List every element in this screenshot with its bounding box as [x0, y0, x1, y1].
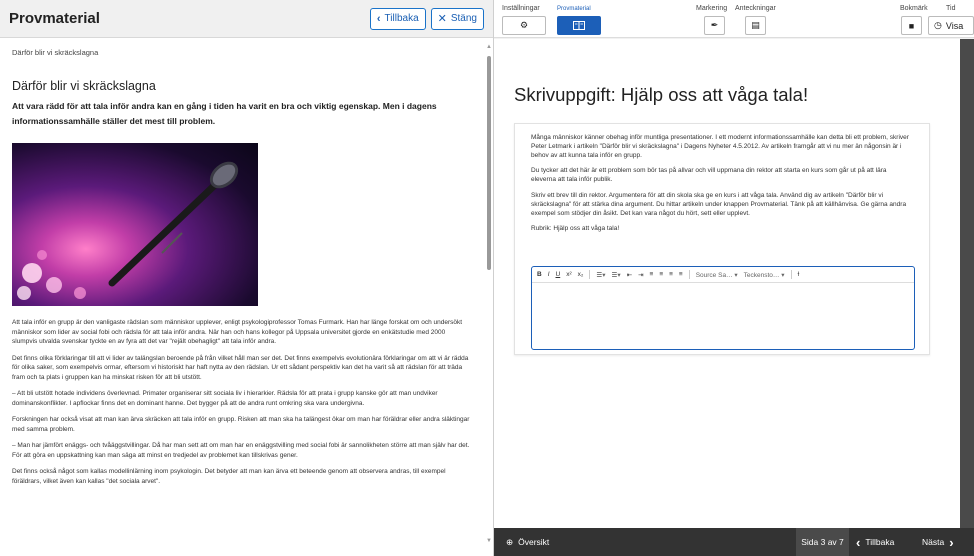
- back-button[interactable]: ‹ Tillbaka: [856, 528, 894, 556]
- toolbar-divider: [589, 270, 591, 279]
- top-toolbar: Inställningar ⚙ Provmaterial Markering ✒…: [494, 0, 974, 38]
- marking-button[interactable]: ✒: [704, 16, 725, 35]
- time-show-label: Visa: [945, 20, 964, 31]
- article-paragraph: – Man har jämfört enäggs- och tvåäggstvi…: [12, 442, 470, 459]
- overview-button[interactable]: ⊕ Översikt: [506, 528, 549, 556]
- bullet-list-icon[interactable]: ☰▾: [612, 271, 621, 279]
- scroll-down-icon[interactable]: ▼: [486, 538, 492, 544]
- align-right-icon[interactable]: ≡: [669, 271, 673, 278]
- align-center-icon[interactable]: ≡: [659, 271, 663, 278]
- article-lead: Att vara rädd för att tala inför andra k…: [12, 101, 437, 126]
- outdent-icon[interactable]: ⇤: [627, 271, 632, 279]
- material-header: Provmaterial ‹ Tillbaka ✕ Stäng: [0, 0, 493, 38]
- scroll-up-icon[interactable]: ▲: [486, 44, 492, 50]
- align-justify-icon[interactable]: ≡: [679, 271, 683, 278]
- numbered-list-icon[interactable]: ☰▾: [596, 271, 605, 279]
- close-icon: ✕: [437, 13, 447, 25]
- clock-icon: ◷: [934, 20, 942, 30]
- notes-button[interactable]: ▤: [745, 16, 766, 35]
- material-back-button[interactable]: ‹ Tillbaka: [369, 7, 426, 30]
- footer-bar: ⊕ Översikt Sida 3 av 7 ‹ Tillbaka Nästa …: [494, 528, 974, 556]
- article: Därför blir vi skräckslagna Därför blir …: [0, 39, 484, 486]
- material-button[interactable]: [557, 16, 601, 35]
- superscript-button[interactable]: x²: [566, 271, 571, 278]
- settings-label: Inställningar: [502, 5, 540, 12]
- material-title: Provmaterial: [9, 10, 100, 27]
- article-scrollbar[interactable]: ▲ ▼: [485, 44, 492, 544]
- material-close-button[interactable]: ✕ Stäng: [430, 7, 484, 30]
- notes-label: Anteckningar: [735, 5, 776, 12]
- toolbar-divider: [790, 270, 792, 279]
- font-family-value: Source Sa…: [695, 271, 733, 279]
- toolbar-divider: [688, 270, 690, 279]
- pen-icon: ✒: [710, 20, 719, 30]
- char-style-select[interactable]: Teckensto… ▾: [744, 271, 785, 279]
- task-heading-hint: Rubrik: Hjälp oss att våga tala!: [531, 225, 620, 233]
- microphone-illustration: [17, 161, 239, 300]
- microphone-image: [12, 143, 258, 306]
- clear-format-icon[interactable]: Ɨ: [798, 271, 800, 278]
- settings-button[interactable]: ⚙: [502, 16, 546, 35]
- task-panel: Inställningar ⚙ Provmaterial Markering ✒…: [494, 0, 974, 556]
- article-paragraph: Det finns olika förklaringar till att vi…: [12, 354, 469, 381]
- chevron-right-icon: ›: [949, 534, 954, 550]
- task-paragraph: Många människor känner obehag inför munt…: [531, 134, 909, 159]
- article-paragraph: Att tala inför en grupp är den vanligast…: [12, 319, 463, 345]
- marking-label: Markering: [696, 5, 728, 12]
- bookmark-button[interactable]: ■: [901, 16, 922, 35]
- bold-button[interactable]: B: [537, 271, 542, 278]
- article-title: Därför blir vi skräckslagna: [12, 79, 156, 93]
- back-label: Tillbaka: [865, 537, 895, 547]
- next-label: Nästa: [922, 537, 945, 547]
- article-paragraph: Det finns också något som kallas modelli…: [12, 468, 446, 485]
- underline-button[interactable]: U: [556, 271, 561, 278]
- article-scroll-area[interactable]: Därför blir vi skräckslagna Därför blir …: [0, 39, 494, 556]
- task-scrollbar[interactable]: [960, 39, 974, 528]
- gear-icon: ⚙: [519, 20, 529, 30]
- material-back-label: Tillbaka: [384, 13, 419, 24]
- page-indicator: Sida 3 av 7: [796, 528, 849, 556]
- time-label: Tid: [946, 5, 956, 12]
- time-show-button[interactable]: ◷ Visa: [928, 16, 974, 35]
- answer-editor[interactable]: B I U x² x₂ ☰▾ ☰▾ ⇤ ⇥ ≡ ≡ ≡ ≡ Source Sa……: [531, 266, 915, 350]
- italic-button[interactable]: I: [548, 271, 550, 278]
- bookmark-label: Bokmärk: [900, 5, 928, 12]
- chevron-left-icon: ‹: [376, 12, 381, 25]
- char-style-value: Teckensto…: [743, 271, 780, 279]
- task-card: Många människor känner obehag inför munt…: [514, 123, 930, 355]
- task-paragraph: Du tycker att det här är ett problem som…: [531, 167, 887, 184]
- material-panel: Provmaterial ‹ Tillbaka ✕ Stäng Därför b…: [0, 0, 494, 556]
- material-label: Provmaterial: [557, 6, 591, 12]
- next-button[interactable]: Nästa ›: [922, 528, 954, 556]
- scrollbar-thumb[interactable]: [487, 56, 491, 270]
- bookmark-icon: ■: [908, 20, 915, 31]
- notepad-icon: ▤: [751, 20, 760, 30]
- book-icon: [573, 21, 585, 30]
- subscript-button[interactable]: x₂: [578, 271, 584, 278]
- font-family-select[interactable]: Source Sa… ▾: [696, 271, 738, 279]
- task-content: Skrivuppgift: Hjälp oss att våga tala! M…: [494, 39, 960, 528]
- task-paragraph: Skriv ett brev till din rektor. Argument…: [531, 191, 907, 217]
- article-paragraph: Forskningen har också visat att man kan …: [12, 416, 470, 433]
- chevron-left-icon: ‹: [856, 534, 861, 550]
- editor-toolbar: B I U x² x₂ ☰▾ ☰▾ ⇤ ⇥ ≡ ≡ ≡ ≡ Source Sa……: [532, 267, 914, 283]
- indent-icon[interactable]: ⇥: [638, 271, 643, 279]
- material-close-label: Stäng: [450, 13, 477, 24]
- overview-label: Översikt: [518, 537, 550, 547]
- article-paragraph: – Att bli utstött hotade individens över…: [12, 390, 438, 407]
- breadcrumb: Därför blir vi skräckslagna: [12, 48, 99, 57]
- task-title: Skrivuppgift: Hjälp oss att våga tala!: [514, 84, 809, 105]
- arrow-circle-icon: ⊕: [506, 536, 514, 547]
- align-left-icon[interactable]: ≡: [650, 271, 654, 278]
